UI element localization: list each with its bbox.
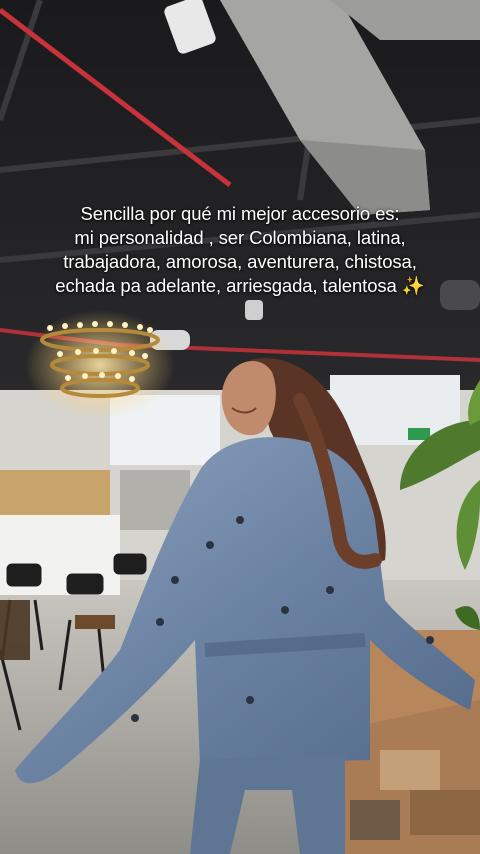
caption-line-3: trabajadora, amorosa, aventurera, chisto…	[63, 251, 417, 272]
caption-line-4: echada pa adelante, arriesgada, talentos…	[20, 274, 460, 298]
exit-sign	[408, 428, 430, 440]
video-scene	[0, 0, 480, 854]
sparkles-icon: ✨	[401, 275, 425, 296]
caption-line-1: Sencilla por qué mi mejor accesorio es:	[80, 203, 400, 224]
caption-line-2: mi personalidad , ser Colombiana, latina…	[74, 227, 406, 248]
caption-line-4-text: echada pa adelante, arriesgada, talentos…	[55, 275, 397, 296]
video-caption: Sencilla por qué mi mejor accesorio es: …	[20, 202, 460, 298]
chandelier	[25, 310, 175, 420]
